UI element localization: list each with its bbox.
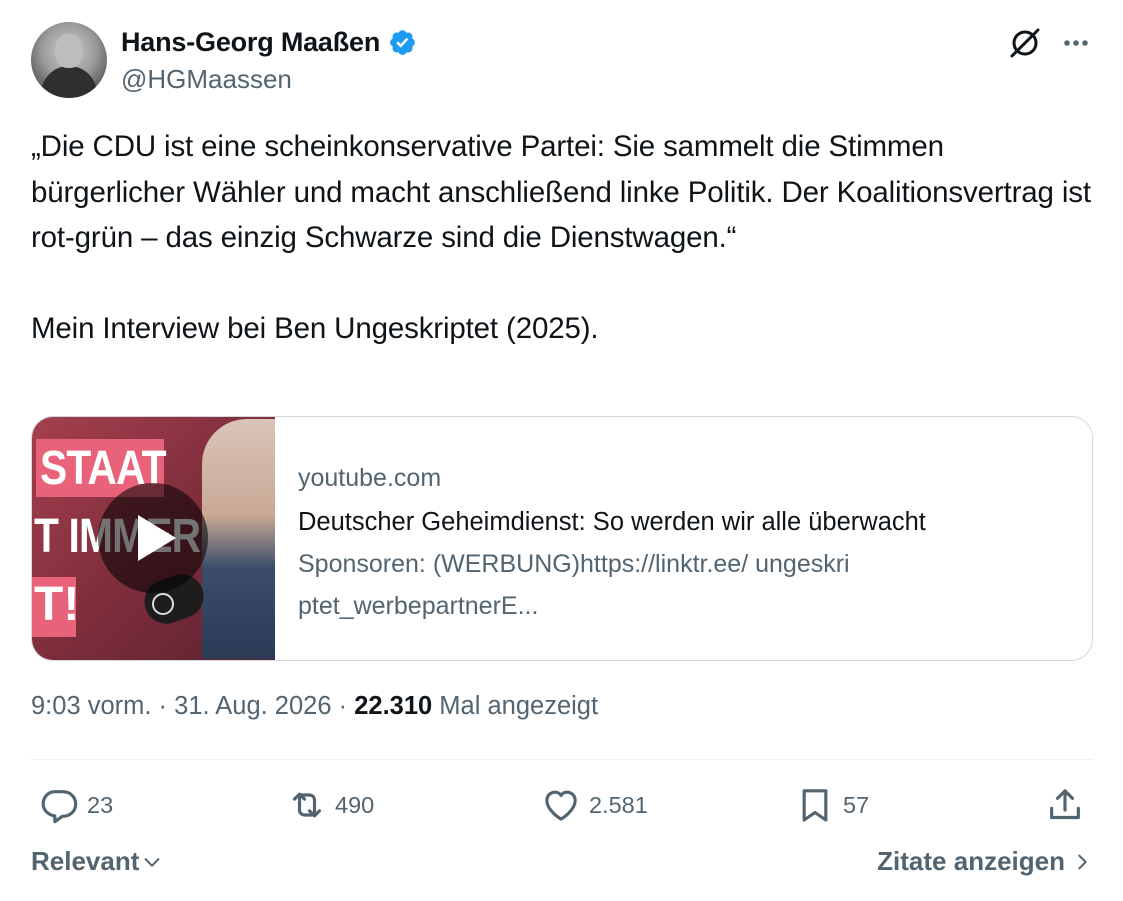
meta-separator: · [331,692,355,720]
verified-badge-icon[interactable] [388,28,417,57]
views-count: 22.310 [354,692,433,720]
share-icon [1050,789,1080,820]
repost-count: 490 [335,791,375,818]
divider [31,759,1093,760]
reply-footer: Relevant Zitate anzeigen [31,846,1093,884]
share-button[interactable] [1045,780,1085,830]
meta-separator: · [151,692,175,720]
avatar[interactable] [31,22,107,98]
grok-icon[interactable] [1007,25,1043,61]
mic-logo-icon [152,593,174,615]
bookmark-button[interactable]: 57 [795,780,869,830]
thumbnail-person [202,419,275,659]
chevron-down-icon [144,857,160,867]
video-thumbnail[interactable]: STAAT T IMMER T! [32,417,275,660]
reply-count: 23 [87,791,114,818]
link-description: Sponsoren: (WERBUNG)https://linktr.ee/ u… [298,550,850,620]
tweet-meta: 9:03 vorm. · 31. Aug. 2026 · 22.310 Mal … [31,692,598,721]
play-icon [138,515,176,561]
like-count: 2.581 [589,791,648,818]
tweet-time[interactable]: 9:03 vorm. [31,692,151,720]
link-title[interactable]: Deutscher Geheimdienst: So werden wir al… [298,501,1078,543]
view-quotes-link[interactable]: Zitate anzeigen [877,846,1093,877]
handle[interactable]: @HGMaassen [121,64,292,95]
repost-button[interactable]: 490 [287,780,374,830]
bookmark-count: 57 [843,791,870,818]
action-bar: 23 490 2.581 57 [31,780,1093,830]
bookmark-icon [802,789,828,822]
reply-icon [41,790,78,824]
quotes-label: Zitate anzeigen [877,846,1065,876]
display-name[interactable]: Hans-Georg Maaßen [121,27,380,58]
tweet-date[interactable]: 31. Aug. 2026 [174,692,331,720]
sort-label: Relevant [31,846,140,876]
repost-icon [292,792,322,818]
like-button[interactable]: 2.581 [541,780,648,830]
chevron-right-icon [1078,854,1087,869]
link-card[interactable]: STAAT T IMMER T! youtube.com Deutscher G… [31,416,1093,661]
more-icon[interactable] [1061,28,1091,58]
name-row: Hans-Georg Maaßen [121,26,417,58]
link-card-body: youtube.com Deutscher Geheimdienst: So w… [298,461,1078,627]
avatar-suit [41,66,97,98]
heart-icon [545,790,577,821]
views-label: Mal angezeigt [432,692,599,720]
tweet-text: „Die CDU ist eine scheinkonservative Par… [31,130,1091,345]
play-button[interactable] [98,483,208,593]
link-domain: youtube.com [298,464,442,492]
thumbnail-text-3: T! [34,578,80,631]
sort-dropdown[interactable]: Relevant [31,846,163,877]
tweet-header: Hans-Georg Maaßen @HGMaassen [31,22,1093,100]
avatar-face [55,34,83,68]
reply-button[interactable]: 23 [39,780,113,830]
